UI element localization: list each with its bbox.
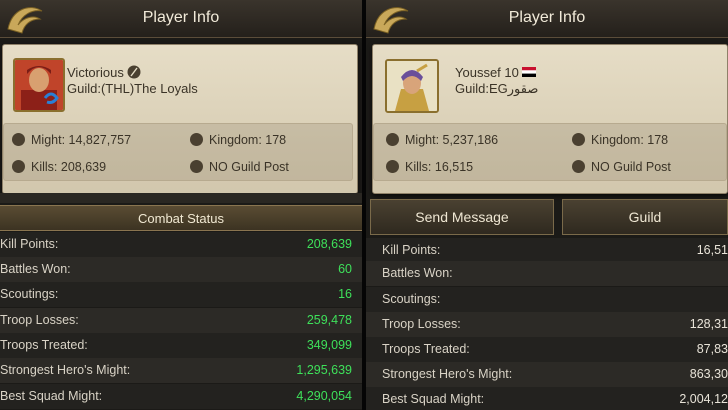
stat-row: Best Squad Might: 2,004,12 bbox=[366, 387, 728, 410]
player-avatar[interactable] bbox=[13, 58, 65, 112]
stat-row: Troop Losses: 259,478 bbox=[0, 308, 362, 333]
row-label: Scoutings: bbox=[382, 292, 441, 306]
row-label: Kill Points: bbox=[382, 243, 441, 257]
row-label: Troops Treated: bbox=[382, 342, 470, 356]
helmet-icon bbox=[190, 133, 203, 146]
guild-post-stat: NO Guild Post bbox=[572, 160, 671, 174]
crossed-swords-icon bbox=[12, 133, 25, 146]
row-label: Battles Won: bbox=[382, 266, 453, 280]
row-label: Battles Won: bbox=[0, 262, 71, 276]
guild-post-stat: NO Guild Post bbox=[190, 160, 289, 174]
send-message-button[interactable]: Send Message bbox=[370, 199, 554, 235]
row-label: Troops Treated: bbox=[0, 338, 88, 352]
feather-icon[interactable] bbox=[127, 65, 141, 79]
player-name-line: Youssef 10 bbox=[455, 65, 537, 80]
row-label: Best Squad Might: bbox=[382, 392, 485, 406]
kingdom-stat: Kingdom: 178 bbox=[190, 133, 286, 147]
right-player-panel: Player Info Youssef 10 Guild:EGصقور Migh… bbox=[366, 0, 728, 410]
row-value: 16 bbox=[338, 287, 352, 301]
stat-row: Scoutings: bbox=[366, 287, 728, 312]
helmet-icon bbox=[572, 133, 585, 146]
skull-icon bbox=[12, 160, 25, 173]
row-label: Scoutings: bbox=[0, 287, 59, 301]
stat-row: Kill Points: 208,639 bbox=[0, 232, 362, 257]
row-label: Troop Losses: bbox=[382, 317, 461, 331]
stats-box: Might: 14,827,757 Kingdom: 178 Kills: 20… bbox=[3, 123, 353, 181]
title-bar: Player Info bbox=[0, 0, 362, 38]
row-value: 2,004,12 bbox=[679, 392, 728, 406]
guild-button[interactable]: Guild bbox=[562, 199, 728, 235]
stat-row: Battles Won: bbox=[366, 261, 728, 286]
stat-row: Kill Points: 16,51 bbox=[366, 238, 728, 263]
player-card: Youssef 10 Guild:EGصقور Might: 5,237,186… bbox=[372, 44, 728, 194]
scrolled-row bbox=[0, 193, 362, 203]
kingdom-text: Kingdom: 178 bbox=[591, 133, 669, 147]
stat-row: Strongest Hero's Might: 863,30 bbox=[366, 362, 728, 387]
stat-row: Strongest Hero's Might: 1,295,639 bbox=[0, 358, 362, 383]
row-value: 16,51 bbox=[696, 243, 728, 257]
player-name: Youssef 10 bbox=[455, 65, 519, 80]
might-stat: Might: 14,827,757 bbox=[12, 133, 131, 147]
player-name-line: Victorious bbox=[67, 65, 141, 80]
row-label: Troop Losses: bbox=[0, 313, 79, 327]
row-value: 349,099 bbox=[306, 338, 352, 352]
player-name: Victorious bbox=[67, 65, 124, 80]
skull-icon bbox=[386, 160, 399, 173]
page-title: Player Info bbox=[142, 9, 220, 26]
row-value: 128,31 bbox=[689, 317, 728, 331]
flag-icon bbox=[522, 67, 537, 77]
might-text: Might: 14,827,757 bbox=[31, 133, 132, 147]
stat-row: Best Squad Might: 4,290,054 bbox=[0, 384, 362, 409]
guild-name[interactable]: Guild:(THL)The Loyals bbox=[67, 81, 198, 96]
row-value: 208,639 bbox=[306, 237, 352, 251]
kills-text: Kills: 16,515 bbox=[405, 160, 474, 174]
guild-name[interactable]: Guild:EGصقور bbox=[455, 81, 538, 97]
kills-stat: Kills: 16,515 bbox=[386, 160, 473, 174]
might-stat: Might: 5,237,186 bbox=[386, 133, 498, 147]
combat-status-tab[interactable]: Combat Status bbox=[0, 205, 362, 231]
kingdom-stat: Kingdom: 178 bbox=[572, 133, 668, 147]
row-value: 4,290,054 bbox=[296, 389, 352, 403]
stat-row: Troop Losses: 128,31 bbox=[366, 312, 728, 337]
stat-row: Battles Won: 60 bbox=[0, 257, 362, 282]
row-value: 87,83 bbox=[696, 342, 728, 356]
player-card: Victorious Guild:(THL)The Loyals Might: … bbox=[2, 44, 358, 194]
row-label: Strongest Hero's Might: bbox=[0, 363, 131, 377]
guild-post-text: NO Guild Post bbox=[209, 160, 289, 174]
row-label: Kill Points: bbox=[0, 237, 59, 251]
row-value: 259,478 bbox=[306, 313, 352, 327]
guild-post-text: NO Guild Post bbox=[591, 160, 671, 174]
stat-row: Troops Treated: 87,83 bbox=[366, 337, 728, 362]
crossed-swords-icon bbox=[386, 133, 399, 146]
crown-icon bbox=[190, 160, 203, 173]
stat-row: Scoutings: 16 bbox=[0, 282, 362, 307]
player-avatar[interactable] bbox=[385, 59, 439, 113]
kills-text: Kills: 208,639 bbox=[31, 160, 107, 174]
kills-stat: Kills: 208,639 bbox=[12, 160, 106, 174]
row-label: Best Squad Might: bbox=[0, 389, 103, 403]
row-value: 863,30 bbox=[689, 367, 728, 381]
stat-row: Troops Treated: 349,099 bbox=[0, 333, 362, 358]
title-bar: Player Info bbox=[366, 0, 728, 38]
row-value: 1,295,639 bbox=[296, 363, 352, 377]
left-player-panel: Player Info Victorious Guild:(THL)The Lo… bbox=[0, 0, 362, 410]
might-text: Might: 5,237,186 bbox=[405, 133, 499, 147]
stats-box: Might: 5,237,186 Kingdom: 178 Kills: 16,… bbox=[373, 123, 727, 181]
page-title: Player Info bbox=[508, 9, 586, 26]
kingdom-text: Kingdom: 178 bbox=[209, 133, 287, 147]
crown-icon bbox=[572, 160, 585, 173]
row-value: 60 bbox=[338, 262, 352, 276]
row-label: Strongest Hero's Might: bbox=[382, 367, 513, 381]
